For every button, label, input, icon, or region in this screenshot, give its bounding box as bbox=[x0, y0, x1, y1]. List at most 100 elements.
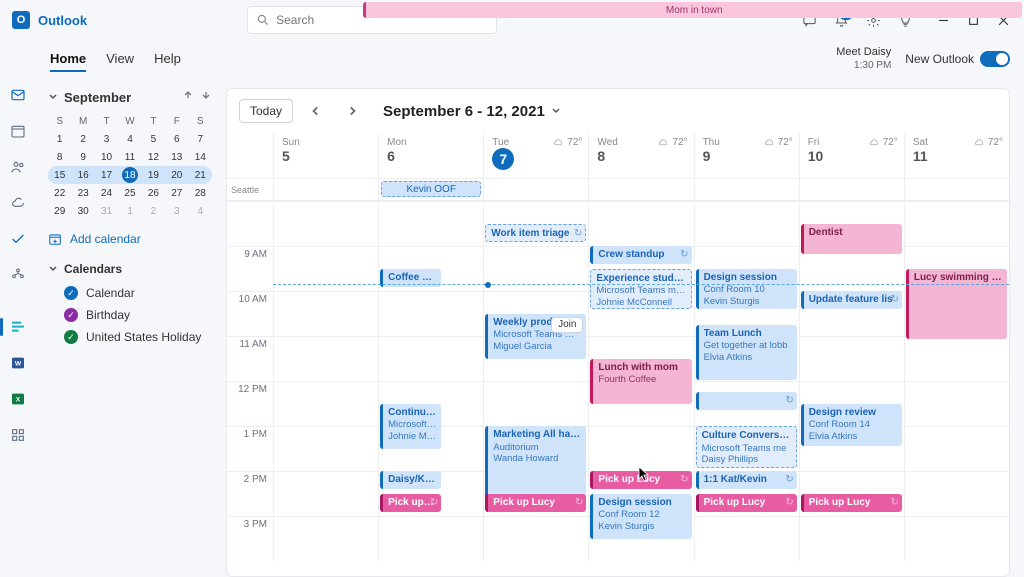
tab-home[interactable]: Home bbox=[50, 47, 86, 72]
mini-cal-day[interactable]: 22 bbox=[48, 184, 71, 202]
recurring-icon: ↻ bbox=[890, 497, 898, 510]
calendar-event[interactable]: Lucy swimming class bbox=[906, 269, 1007, 339]
calendar-event[interactable]: Lunch with momFourth Coffee bbox=[590, 359, 691, 404]
svg-text:X: X bbox=[16, 397, 21, 404]
mini-cal-day[interactable]: 10 bbox=[95, 148, 118, 166]
mini-cal-day[interactable]: 3 bbox=[165, 202, 188, 220]
mini-cal-day[interactable]: 7 bbox=[189, 130, 212, 148]
calendar-event[interactable]: Crew standup↻ bbox=[590, 246, 691, 264]
day-header[interactable]: Sat1172° bbox=[904, 133, 1009, 178]
day-header[interactable]: Sun5 bbox=[273, 133, 378, 178]
hour-label: 9 AM bbox=[227, 246, 273, 291]
mini-cal-day[interactable]: 25 bbox=[118, 184, 141, 202]
calendar-event[interactable]: Design sessionConf Room 12Kevin Sturgis bbox=[590, 494, 691, 539]
month-prev-icon[interactable] bbox=[182, 88, 194, 106]
mini-cal-day[interactable]: 26 bbox=[142, 184, 165, 202]
day-header[interactable]: Tue772° bbox=[483, 133, 588, 178]
mini-cal-day[interactable]: 4 bbox=[189, 202, 212, 220]
tab-help[interactable]: Help bbox=[154, 47, 181, 72]
mini-cal-day[interactable]: 28 bbox=[189, 184, 212, 202]
hour-label: 2 PM bbox=[227, 471, 273, 516]
mini-cal-day[interactable]: 2 bbox=[142, 202, 165, 220]
mini-cal-day[interactable]: 30 bbox=[71, 202, 94, 220]
mini-cal-day[interactable]: 21 bbox=[189, 166, 212, 184]
calendar-event[interactable]: Experience studio syncMicrosoft Teams me… bbox=[590, 269, 691, 309]
calendar-event[interactable]: Culture ConversatioMicrosoft Teams meDai… bbox=[696, 426, 797, 468]
rail-people-icon[interactable] bbox=[5, 154, 31, 180]
day-header[interactable]: Mon6 bbox=[378, 133, 483, 178]
mini-cal-day[interactable]: 17 bbox=[95, 166, 118, 184]
allday-event[interactable]: Kevin OOF bbox=[381, 181, 481, 197]
mini-cal-day[interactable]: 3 bbox=[95, 130, 118, 148]
calendar-event[interactable]: Daisy/Kat : bbox=[380, 471, 441, 489]
calendar-event[interactable]: Dentist bbox=[801, 224, 902, 254]
mini-cal-day[interactable]: 20 bbox=[165, 166, 188, 184]
calendar-item[interactable]: United States Holiday bbox=[48, 326, 212, 348]
join-button[interactable]: Join bbox=[551, 317, 583, 334]
mini-cal-day[interactable]: 9 bbox=[71, 148, 94, 166]
rail-todo-icon[interactable] bbox=[5, 226, 31, 252]
mini-cal-day[interactable]: 6 bbox=[165, 130, 188, 148]
mini-cal-day[interactable]: 23 bbox=[71, 184, 94, 202]
calendar-item[interactable]: Calendar bbox=[48, 282, 212, 304]
rail-org-icon[interactable] bbox=[5, 262, 31, 288]
rail-excel-icon[interactable]: X bbox=[5, 386, 31, 412]
mini-cal-day[interactable]: 5 bbox=[142, 130, 165, 148]
rail-mail-icon[interactable] bbox=[5, 82, 31, 108]
mini-cal-day[interactable]: 1 bbox=[118, 202, 141, 220]
mini-cal-day[interactable]: 12 bbox=[142, 148, 165, 166]
date-range[interactable]: September 6 - 12, 2021 bbox=[383, 103, 561, 120]
search-icon bbox=[256, 13, 270, 27]
calendar-event[interactable]: Pick up Lu↻ bbox=[380, 494, 441, 512]
calendar-event[interactable]: Pick up Lucy↻ bbox=[590, 471, 691, 489]
day-header[interactable]: Fri1072° bbox=[799, 133, 904, 178]
mini-cal-day[interactable]: 4 bbox=[118, 130, 141, 148]
calendar-event[interactable]: Pick up Lucy↻ bbox=[801, 494, 902, 512]
rail-selected-icon[interactable] bbox=[5, 314, 31, 340]
mini-cal-day[interactable]: 16 bbox=[71, 166, 94, 184]
today-button[interactable]: Today bbox=[239, 99, 293, 123]
upcoming-meeting[interactable]: Meet Daisy 1:30 PM bbox=[836, 46, 891, 71]
month-expand-icon[interactable] bbox=[48, 92, 58, 102]
mini-cal-day[interactable]: 19 bbox=[142, 166, 165, 184]
calendar-event[interactable]: Design reviewConf Room 14Elvia Atkins bbox=[801, 404, 902, 446]
calendar-event[interactable]: ↻ bbox=[696, 392, 797, 410]
mini-cal-day[interactable]: 8 bbox=[48, 148, 71, 166]
rail-more-apps-icon[interactable] bbox=[5, 422, 31, 448]
mini-calendar[interactable]: SMTWTFS 12345678910111213141516171819202… bbox=[48, 112, 212, 220]
range-next-icon[interactable] bbox=[339, 98, 365, 124]
mini-cal-day[interactable]: 18 bbox=[118, 166, 141, 184]
calendar-event[interactable]: Team LunchGet together at lobbElvia Atki… bbox=[696, 325, 797, 380]
calendar-panel: Today September 6 - 12, 2021 Sun5Mon6Tue… bbox=[226, 78, 1024, 577]
day-header[interactable]: Wed872° bbox=[588, 133, 693, 178]
calendar-event[interactable]: ContinuingMicrosoft TeJohnie McC bbox=[380, 404, 441, 449]
day-header[interactable]: Thu972° bbox=[694, 133, 799, 178]
calendar-item[interactable]: Birthday bbox=[48, 304, 212, 326]
calendars-section[interactable]: Calendars bbox=[48, 262, 212, 276]
mini-cal-day[interactable]: 11 bbox=[118, 148, 141, 166]
calendar-event[interactable]: Pick up Lucy↻ bbox=[485, 494, 586, 512]
rail-word-icon[interactable]: W bbox=[5, 350, 31, 376]
mini-cal-day[interactable]: 15 bbox=[48, 166, 71, 184]
calendar-event[interactable]: 1:1 Kat/Kevin↻ bbox=[696, 471, 797, 489]
new-outlook-toggle[interactable]: New Outlook bbox=[905, 51, 1010, 67]
calendar-event[interactable]: Design sessionConf Room 10Kevin Sturgis bbox=[696, 269, 797, 309]
calendar-event[interactable]: Work item triage↻ bbox=[485, 224, 586, 242]
rail-files-icon[interactable] bbox=[5, 190, 31, 216]
add-calendar-button[interactable]: Add calendar bbox=[48, 232, 212, 246]
rail-calendar-icon[interactable] bbox=[5, 118, 31, 144]
mini-cal-day[interactable]: 13 bbox=[165, 148, 188, 166]
calendar-event[interactable]: Update feature lis↻ bbox=[801, 291, 902, 309]
mini-cal-day[interactable]: 31 bbox=[95, 202, 118, 220]
mini-cal-day[interactable]: 29 bbox=[48, 202, 71, 220]
calendar-event[interactable]: Pick up Lucy↻ bbox=[696, 494, 797, 512]
mini-cal-day[interactable]: 24 bbox=[95, 184, 118, 202]
calendar-event[interactable]: Weekly product team syncMicrosoft Teams … bbox=[485, 314, 586, 359]
mini-cal-day[interactable]: 2 bbox=[71, 130, 94, 148]
tab-view[interactable]: View bbox=[106, 47, 134, 72]
mini-cal-day[interactable]: 27 bbox=[165, 184, 188, 202]
range-prev-icon[interactable] bbox=[303, 98, 329, 124]
mini-cal-day[interactable]: 14 bbox=[189, 148, 212, 166]
month-next-icon[interactable] bbox=[200, 88, 212, 106]
mini-cal-day[interactable]: 1 bbox=[48, 130, 71, 148]
